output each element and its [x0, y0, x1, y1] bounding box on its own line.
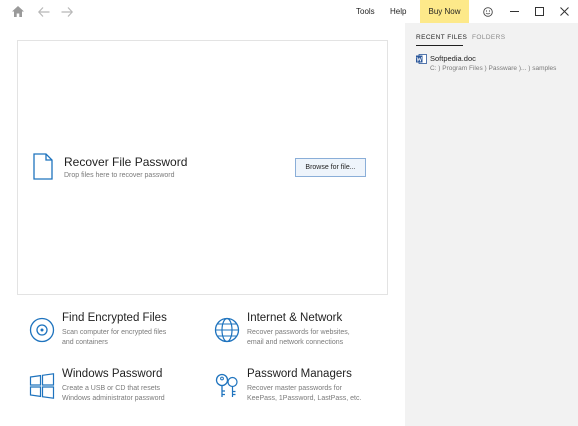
- back-button[interactable]: [35, 3, 53, 20]
- tile-title: Windows Password: [62, 368, 163, 380]
- tile-description: Scan computer for encrypted files and co…: [62, 329, 167, 346]
- tab-recent-files[interactable]: RECENT FILES: [416, 34, 467, 41]
- recover-file-title: Recover File Password: [64, 155, 188, 169]
- tile-internet-network[interactable]: Internet & Network Recover passwords for…: [202, 308, 372, 356]
- menu-tools[interactable]: Tools: [356, 0, 375, 23]
- file-icon: [33, 153, 53, 180]
- tile-description: Recover master passwords for KeePass, 1P…: [247, 385, 362, 402]
- tile-windows-password[interactable]: Windows Password Create a USB or CD that…: [17, 364, 187, 412]
- minimize-icon: [509, 11, 519, 12]
- maximize-button[interactable]: [527, 0, 551, 23]
- active-tab-indicator: [416, 45, 463, 46]
- recent-file-path: C: ) Program Files ) Passware )... ) sam…: [430, 65, 557, 72]
- forward-button[interactable]: [58, 3, 76, 20]
- tab-folders[interactable]: FOLDERS: [472, 34, 506, 41]
- tile-title: Password Managers: [247, 368, 352, 380]
- recent-file-item[interactable]: Softpedia.doc C: ) Program Files ) Passw…: [416, 53, 576, 77]
- tile-description: Recover passwords for websites, email an…: [247, 329, 350, 346]
- home-icon: [12, 6, 24, 17]
- file-drop-zone[interactable]: Recover File Password Drop files here to…: [17, 40, 388, 295]
- maximize-icon: [534, 7, 544, 16]
- menu-help[interactable]: Help: [390, 0, 406, 23]
- word-document-icon: [416, 54, 427, 64]
- tile-title: Find Encrypted Files: [62, 312, 167, 324]
- disk-search-icon: [29, 317, 55, 343]
- smiley-icon: [483, 6, 493, 17]
- tile-title: Internet & Network: [247, 312, 343, 324]
- close-icon: [559, 7, 569, 16]
- tile-description: Create a USB or CD that resets Windows a…: [62, 385, 165, 402]
- windows-logo-icon: [29, 373, 55, 399]
- recent-files-panel: RECENT FILES FOLDERS Softpedia.doc C: ) …: [405, 23, 578, 426]
- tile-password-managers[interactable]: Password Managers Recover master passwor…: [202, 364, 372, 412]
- title-bar: Tools Help Buy Now: [0, 0, 578, 23]
- tile-find-encrypted-files[interactable]: Find Encrypted Files Scan computer for e…: [17, 308, 187, 356]
- globe-icon: [214, 317, 240, 343]
- back-arrow-icon: [38, 6, 50, 17]
- forward-arrow-icon: [61, 6, 73, 17]
- browse-for-file-button[interactable]: Browse for file...: [295, 158, 366, 177]
- close-button[interactable]: [552, 0, 576, 23]
- minimize-button[interactable]: [502, 0, 526, 23]
- main-area: Recover File Password Drop files here to…: [0, 23, 405, 426]
- buy-now-button[interactable]: Buy Now: [420, 0, 469, 23]
- recent-file-name: Softpedia.doc: [430, 54, 476, 63]
- home-button[interactable]: [9, 3, 27, 20]
- feedback-button[interactable]: [476, 0, 500, 23]
- keys-icon: [215, 373, 238, 397]
- recover-file-subtitle: Drop files here to recover password: [64, 172, 175, 179]
